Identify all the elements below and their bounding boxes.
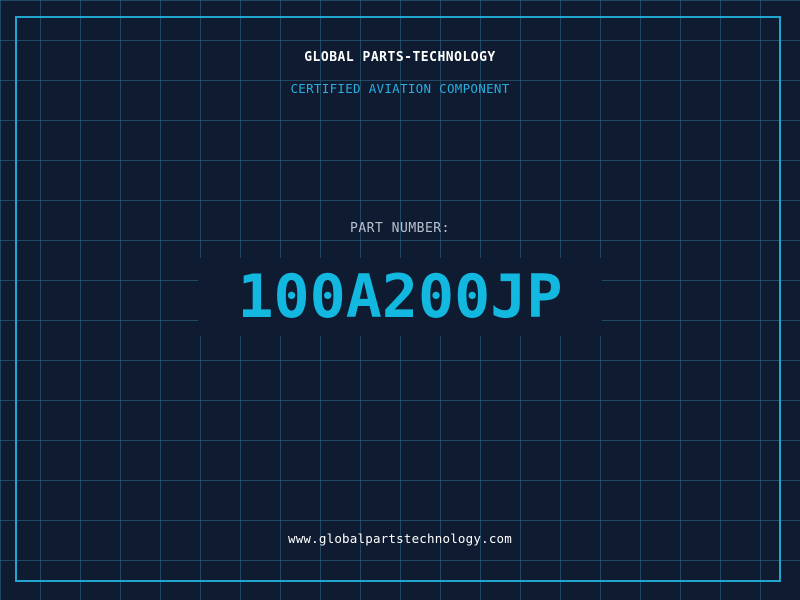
part-number-value: 100A200JP (237, 262, 563, 332)
company-name: GLOBAL PARTS-TECHNOLOGY (304, 50, 496, 65)
part-number-panel: 100A200JP (198, 258, 602, 336)
certification-subtitle: CERTIFIED AVIATION COMPONENT (290, 81, 510, 96)
website-url: www.globalpartstechnology.com (287, 531, 513, 546)
label-canvas: GLOBAL PARTS-TECHNOLOGY CERTIFIED AVIATI… (0, 0, 800, 600)
part-number-label: PART NUMBER: (350, 221, 450, 236)
